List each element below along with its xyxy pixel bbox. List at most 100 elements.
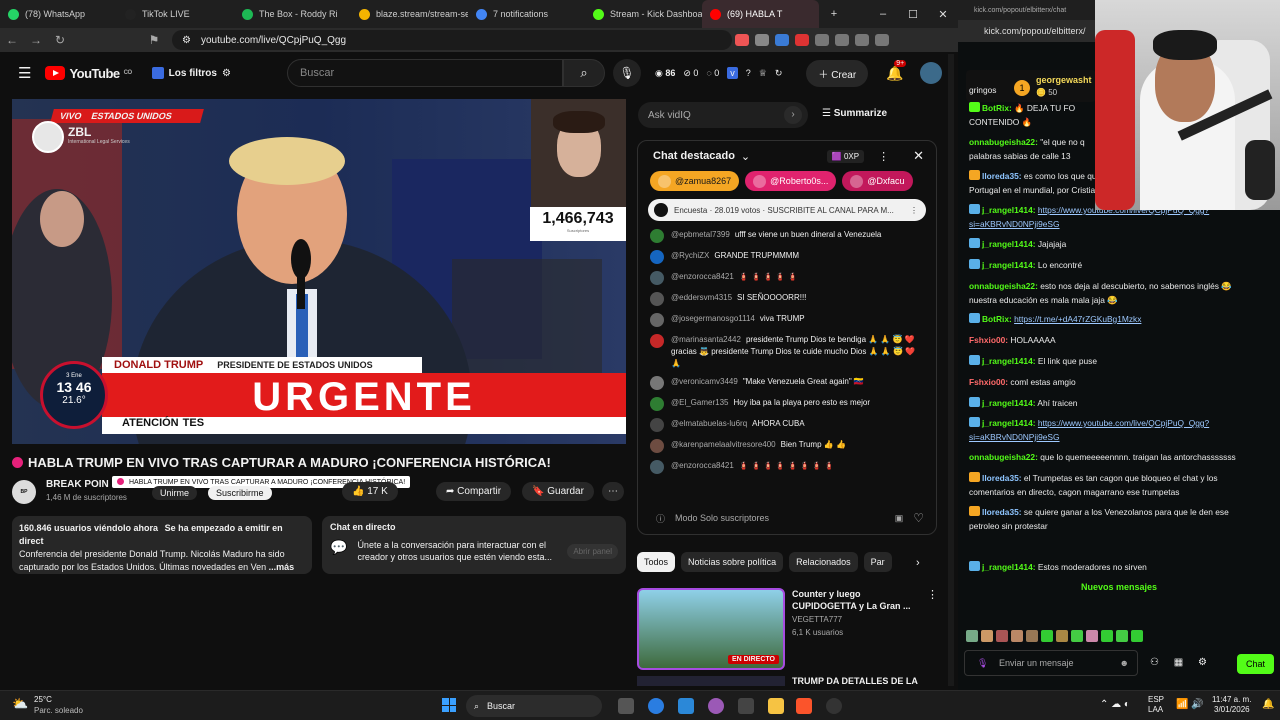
kick-username[interactable]: BotRix: <box>982 103 1012 113</box>
chat-message[interactable]: @El_Gamer135 Hoy iba pa la playa pero est… <box>638 394 936 415</box>
avatar[interactable] <box>919 62 942 84</box>
emote-icon[interactable] <box>996 630 1008 642</box>
kick-username[interactable]: j_rangel1414: <box>982 260 1036 270</box>
reco-title[interactable]: TRUMP DA DETALLES DE LA <box>792 676 918 686</box>
like-button[interactable]: 👍 17 K <box>342 482 398 501</box>
brave-icon[interactable] <box>796 698 812 714</box>
weather-icon[interactable]: ⛅ <box>12 696 28 712</box>
super-chat-ticker[interactable]: @Dxfacu <box>842 171 913 191</box>
kick-username[interactable]: lloreda35: <box>982 507 1022 517</box>
more-link[interactable]: ...más <box>269 562 295 572</box>
emote-icon[interactable] <box>1011 630 1023 642</box>
edge-icon[interactable] <box>648 698 664 714</box>
kick-link[interactable]: si=aKBRvND0NPji9eSG <box>969 432 1060 442</box>
store-app-icon[interactable] <box>678 698 694 714</box>
brave-shield-icon[interactable] <box>735 34 749 46</box>
kick-link[interactable]: https://t.me/+dA47rZGKuBg1Mzkx <box>1014 314 1141 324</box>
clock-date[interactable]: 3/01/2026 <box>1214 705 1250 714</box>
kick-username[interactable]: onnabugeisha22: <box>969 137 1038 147</box>
summarize-button[interactable]: ☰ Summarize <box>822 108 887 119</box>
filter-chip[interactable]: Par <box>863 552 892 572</box>
extension-icon[interactable] <box>755 34 769 46</box>
emoji-icon[interactable]: ☻ <box>1120 658 1129 668</box>
reco-channel[interactable]: VEGETTA777 <box>792 615 842 624</box>
new-messages-divider[interactable]: Nuevos mensajes <box>958 582 1280 592</box>
start-icon[interactable] <box>442 698 456 712</box>
clock-time[interactable]: 11:47 a. m. <box>1212 695 1251 704</box>
search-input[interactable]: Buscar <box>286 59 563 87</box>
kick-chat-button[interactable]: Chat <box>1237 654 1274 674</box>
emote-icon[interactable] <box>1026 630 1038 642</box>
emote-icon[interactable] <box>1101 630 1113 642</box>
reload-icon[interactable]: ↻ <box>48 33 72 47</box>
chat-username[interactable]: @El_Gamer135 <box>671 398 728 407</box>
mic-icon[interactable]: 🎙 <box>977 658 988 669</box>
chat-message[interactable]: @eddersvm4315 SI SEÑOOOORR!!! <box>638 289 936 310</box>
extension-icon[interactable] <box>775 34 789 46</box>
kick-username[interactable]: lloreda35: <box>982 171 1022 181</box>
filters-button[interactable]: Los filtros ⚙ <box>151 67 231 79</box>
share-button[interactable]: ➦ Compartir <box>436 482 512 501</box>
notification-icon[interactable]: 🔔 <box>1262 699 1274 710</box>
emote-icon[interactable] <box>1131 630 1143 642</box>
chat-username[interactable]: @josegermanosgo1114 <box>671 314 755 323</box>
back-icon[interactable]: ← <box>0 33 24 47</box>
help-icon[interactable]: ? <box>746 68 751 78</box>
app-icon[interactable] <box>738 698 754 714</box>
chat-username[interactable]: @elmatabuelas-lu6rq <box>671 419 747 428</box>
kick-username[interactable]: j_rangel1414: <box>982 418 1036 428</box>
open-panel-button[interactable]: Abrir panel <box>567 544 618 559</box>
super-chat-ticker[interactable]: @zamua8267 <box>650 171 740 191</box>
kick-message-input[interactable]: 🎙 Enviar un mensaje ☻ <box>964 650 1138 676</box>
filter-chip[interactable]: Relacionados <box>789 552 858 572</box>
kick-username[interactable]: j_rangel1414: <box>982 562 1036 572</box>
maximize-icon[interactable]: ☐ <box>898 8 928 21</box>
extension-icon[interactable] <box>875 34 889 46</box>
chat-message[interactable]: @enzorocca8421 🧯 🧯 🧯 🧯 🧯 🧯 🧯 🧯 <box>638 457 936 478</box>
chat-header-title[interactable]: Chat destacado <box>653 150 735 162</box>
forward-icon[interactable]: → <box>24 33 48 47</box>
browser-tab[interactable]: 7 notifications <box>468 0 585 28</box>
emote-icon[interactable] <box>1116 630 1128 642</box>
poll-banner[interactable]: Encuesta · 28.019 votos · SUSCRIBITE AL … <box>648 199 926 221</box>
browser-tab[interactable]: TikTok LIVE <box>117 0 234 28</box>
chat-username[interactable]: @epbmetal7399 <box>671 230 730 239</box>
extension-icon[interactable] <box>795 34 809 46</box>
kick-username[interactable]: j_rangel1414: <box>982 239 1036 249</box>
filter-chip[interactable]: Todos <box>637 552 676 572</box>
store-icon[interactable]: ▦ <box>1174 657 1183 668</box>
site-settings-icon[interactable]: ⚙ <box>182 35 191 46</box>
chevron-down-icon[interactable]: ⌄ <box>741 150 750 163</box>
channel-avatar[interactable]: BP <box>12 480 36 504</box>
bookmark-icon[interactable]: ⚑ <box>142 33 166 47</box>
network-icon[interactable]: 📶 🔊 <box>1176 699 1204 710</box>
language-label[interactable]: ESP <box>1148 695 1164 704</box>
browser-tab[interactable]: (78) WhatsApp <box>0 0 117 28</box>
emote-icon[interactable] <box>1071 630 1083 642</box>
users-icon[interactable]: ⚇ <box>1150 657 1159 668</box>
close-window-icon[interactable]: ✕ <box>928 8 958 21</box>
mic-icon[interactable]: 🎙 <box>612 59 641 87</box>
extension-icon[interactable] <box>815 34 829 46</box>
chat-message[interactable]: @marinasanta2442 presidente Trump Dios te… <box>638 331 936 373</box>
chat-message[interactable]: @josegermanosgo1114 viva TRUMP <box>638 310 936 331</box>
settings-icon[interactable]: ⚙ <box>1198 657 1207 668</box>
emote-icon[interactable] <box>1056 630 1068 642</box>
chat-username[interactable]: @karenpamelaalvitresore400 <box>671 440 776 449</box>
extension-icon[interactable] <box>855 34 869 46</box>
browser-tab[interactable]: Stream - Kick Dashboar <box>585 0 702 28</box>
channel-name[interactable]: BREAK POIN <box>46 479 109 490</box>
app-icon[interactable] <box>708 698 724 714</box>
kick-username[interactable]: BotRix: <box>982 314 1012 324</box>
kick-username[interactable]: onnabugeisha22: <box>969 281 1038 291</box>
subscribe-button[interactable]: Suscribirme <box>208 486 272 500</box>
filter-chip[interactable]: Noticias sobre política <box>681 552 784 572</box>
browser-tab[interactable]: blaze.stream/stream-se <box>351 0 468 28</box>
video-player[interactable]: VIVO ESTADOS UNIDOS ZBL International Le… <box>12 99 626 444</box>
heart-icon[interactable]: ♡ <box>913 511 924 525</box>
browser-tab[interactable]: (69) HABLA T <box>702 0 819 28</box>
kick-username[interactable]: j_rangel1414: <box>982 356 1036 366</box>
chat-message[interactable]: @veronicamv3449 "Make Venezuela Great aga… <box>638 373 936 394</box>
url-field[interactable]: ⚙ youtube.com/live/QCpjPuQ_Qgg <box>172 30 732 50</box>
chat-message[interactable]: @karenpamelaalvitresore400 Bien Trump 👍 👍 <box>638 436 936 457</box>
